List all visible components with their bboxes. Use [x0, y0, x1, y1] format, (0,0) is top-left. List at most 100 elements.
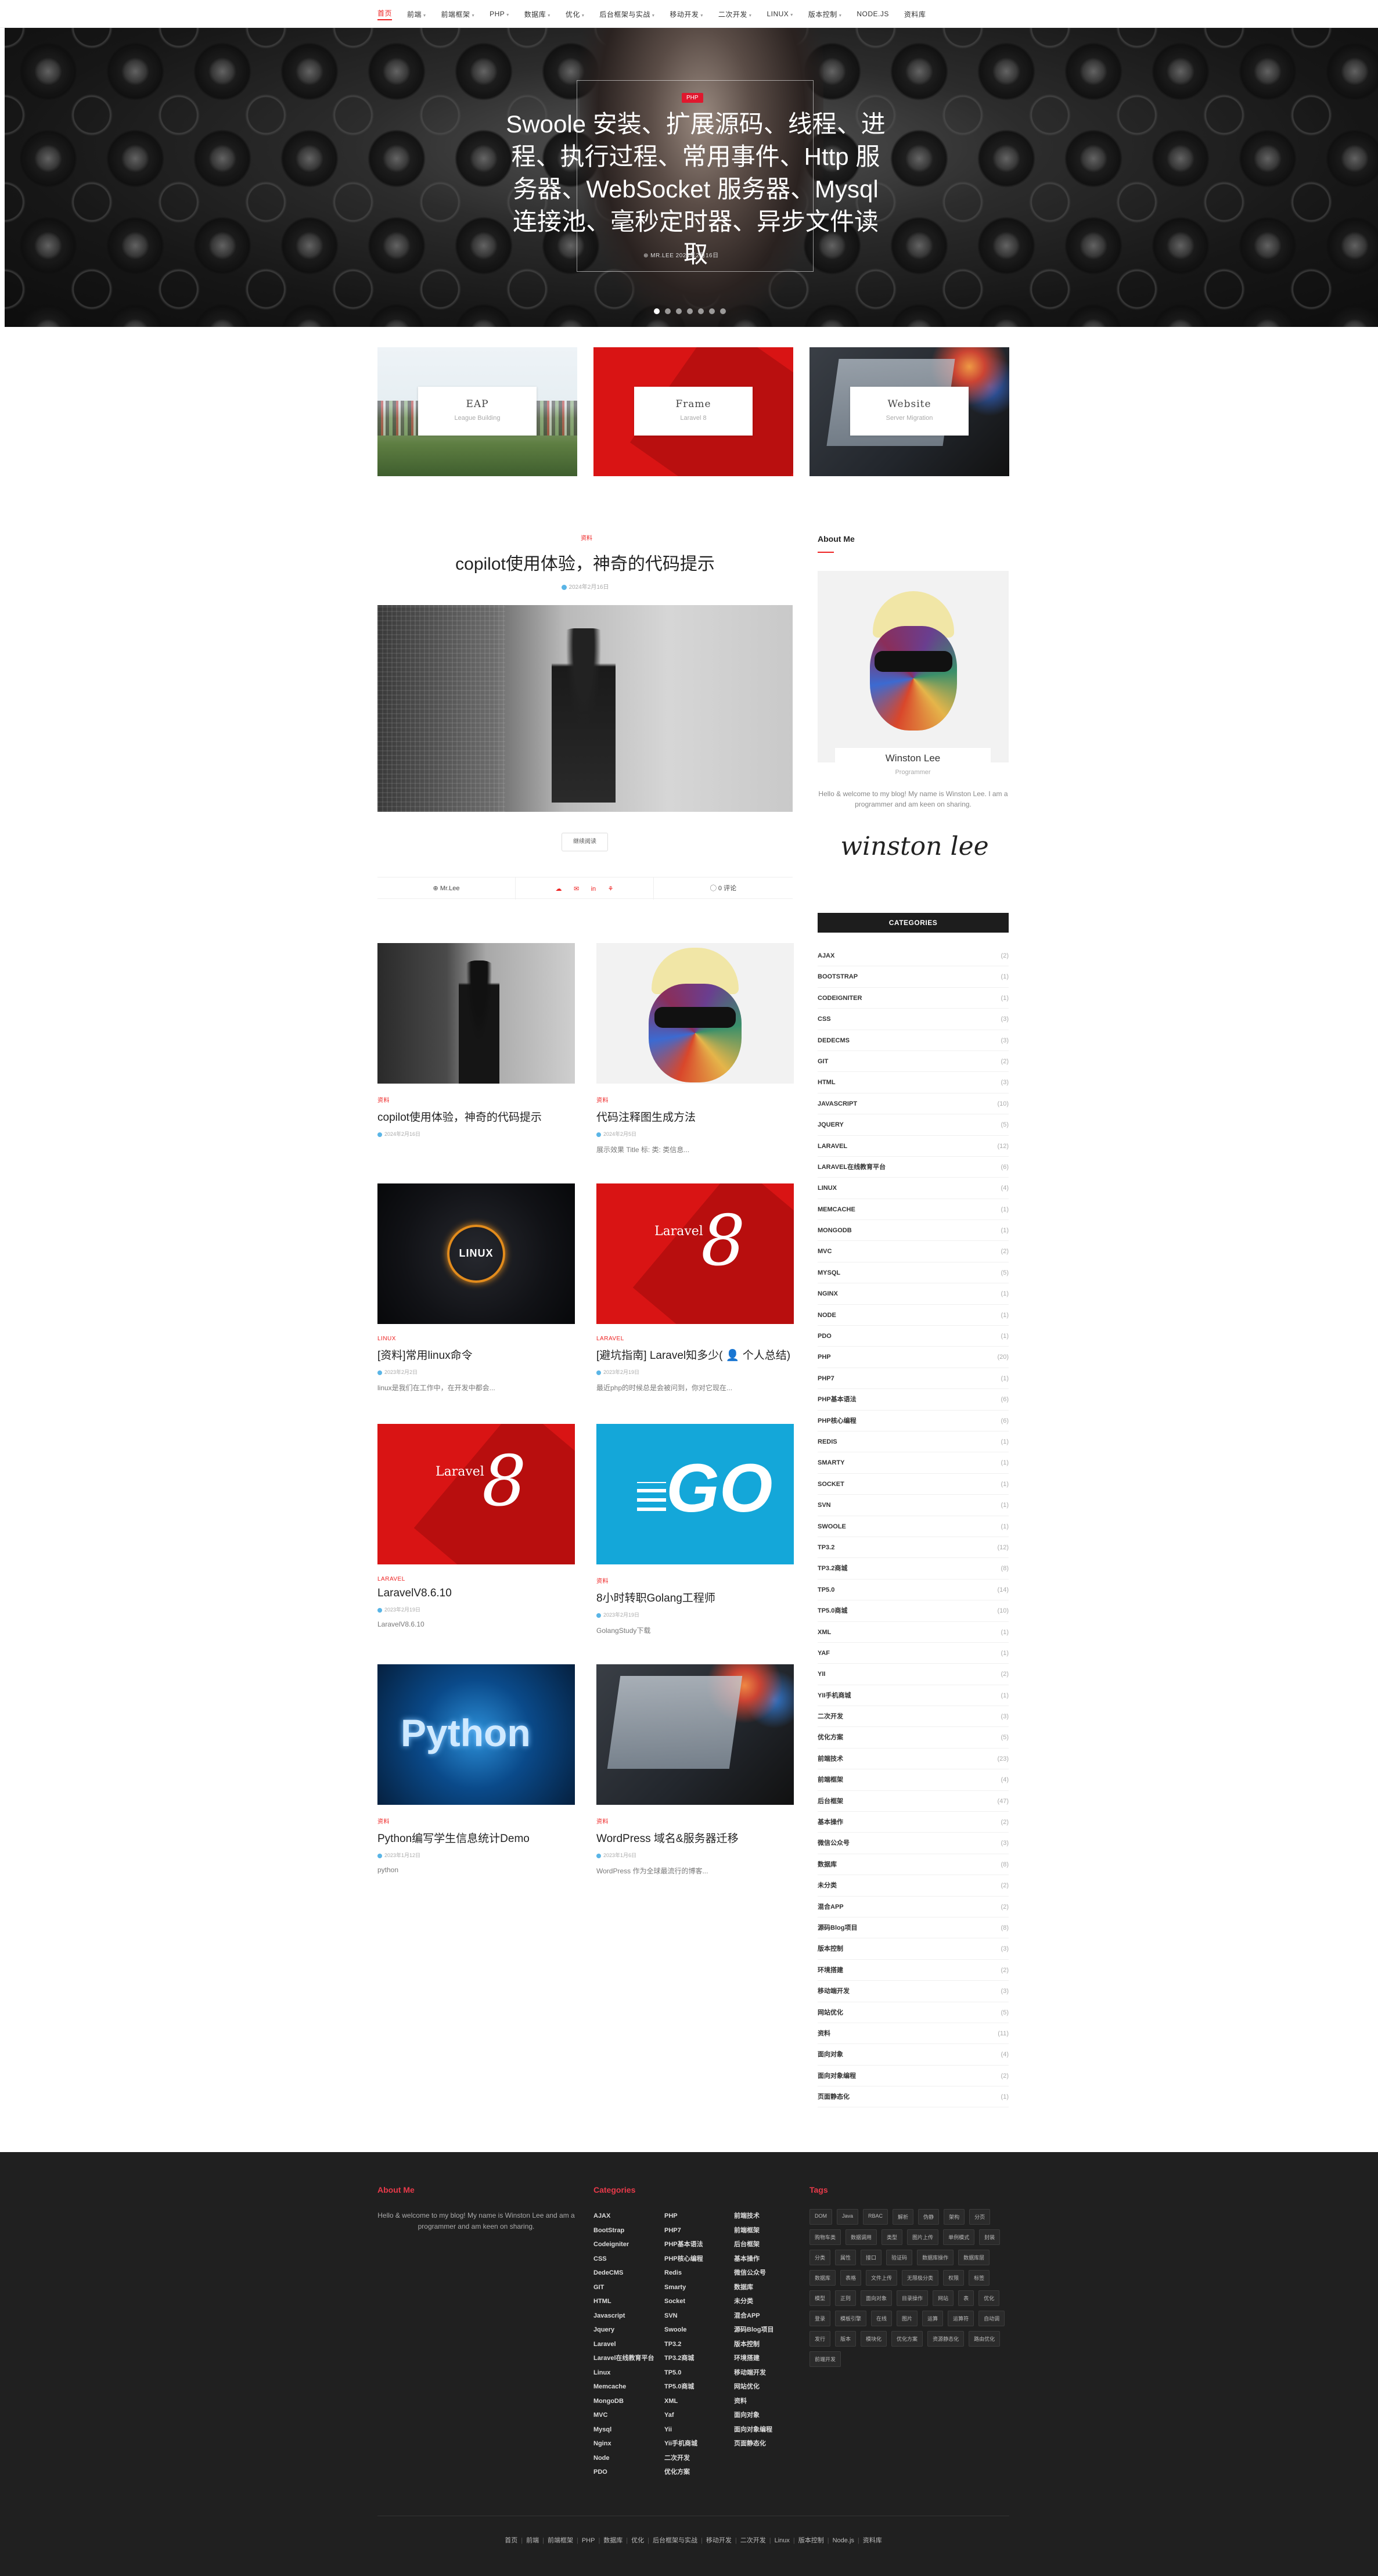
- footer-category-link[interactable]: Codeigniter: [593, 2237, 654, 2252]
- footer-category-link[interactable]: AJAX: [593, 2209, 654, 2224]
- footer-category-link[interactable]: BootStrap: [593, 2224, 654, 2238]
- category-item[interactable]: 混合APP (2): [818, 1897, 1009, 1917]
- read-more-button[interactable]: 继续阅读: [562, 833, 608, 851]
- hero-title[interactable]: Swoole 安装、扩展源码、线程、进程、执行过程、常用事件、Http 服务器、…: [504, 108, 887, 271]
- tag[interactable]: 数据库操作: [917, 2250, 954, 2265]
- nav-item[interactable]: 版本控制 ▾: [808, 9, 842, 19]
- category-item[interactable]: SWOOLE (1): [818, 1516, 1009, 1537]
- footer-nav-link[interactable]: 后台框架与实战: [653, 2537, 697, 2544]
- hero-category-badge[interactable]: PHP: [682, 93, 703, 103]
- category-item[interactable]: AJAX (2): [818, 945, 1009, 967]
- category-item[interactable]: 前端技术 (23): [818, 1748, 1009, 1770]
- category-item[interactable]: YAF (1): [818, 1643, 1009, 1664]
- category-item[interactable]: NODE (1): [818, 1305, 1009, 1326]
- tag[interactable]: 在线: [871, 2311, 893, 2326]
- footer-category-link[interactable]: 面向对象编程: [734, 2423, 773, 2437]
- grid-post[interactable]: 资料 WordPress 域名&服务器迁移 2023年1月6日 WordPres…: [596, 1664, 794, 1876]
- grid-post-title[interactable]: 代码注释图生成方法: [596, 1109, 794, 1124]
- tag[interactable]: 优化方案: [891, 2331, 923, 2347]
- tag[interactable]: 前端开发: [809, 2351, 841, 2367]
- grid-post-image[interactable]: [596, 1664, 794, 1805]
- footer-category-link[interactable]: 网站优化: [734, 2380, 773, 2394]
- feature-card-website[interactable]: Website Server Migration: [809, 347, 1009, 476]
- post-image[interactable]: [377, 605, 793, 812]
- grid-post-image[interactable]: GO: [596, 1424, 794, 1564]
- nav-item[interactable]: 优化 ▾: [566, 9, 585, 19]
- category-item[interactable]: PHP7 (1): [818, 1368, 1009, 1390]
- category-item[interactable]: MEMCACHE (1): [818, 1199, 1009, 1221]
- footer-category-link[interactable]: 前端框架: [734, 2224, 773, 2238]
- category-item[interactable]: 移动端开发 (3): [818, 1981, 1009, 2002]
- footer-category-link[interactable]: 二次开发: [664, 2451, 703, 2466]
- category-item[interactable]: 微信公众号 (3): [818, 1833, 1009, 1854]
- footer-category-link[interactable]: DedeCMS: [593, 2266, 654, 2280]
- grid-post[interactable]: 资料 copilot使用体验，神奇的代码提示 2024年2月16日: [377, 943, 575, 1145]
- tag[interactable]: 分页: [969, 2209, 991, 2225]
- grid-post-category[interactable]: 资料: [377, 1095, 575, 1104]
- footer-category-link[interactable]: MongoDB: [593, 2394, 654, 2409]
- tag[interactable]: Java: [837, 2209, 859, 2225]
- post-comments[interactable]: ◯ 0 评论: [654, 877, 793, 900]
- footer-nav-link[interactable]: 首页: [505, 2537, 517, 2544]
- footer-category-link[interactable]: 优化方案: [664, 2465, 703, 2480]
- category-item[interactable]: 数据库 (8): [818, 1854, 1009, 1876]
- footer-category-link[interactable]: PDO: [593, 2465, 654, 2480]
- footer-nav-link[interactable]: 前端框架: [548, 2537, 573, 2544]
- grid-post-image[interactable]: Laravel 8: [377, 1424, 575, 1564]
- category-item[interactable]: LINUX (4): [818, 1178, 1009, 1199]
- footer-category-link[interactable]: Node: [593, 2451, 654, 2466]
- category-item[interactable]: PHP (20): [818, 1347, 1009, 1368]
- tag[interactable]: 运算: [922, 2311, 944, 2326]
- footer-category-link[interactable]: PHP基本语法: [664, 2237, 703, 2252]
- footer-category-link[interactable]: PHP核心编程: [664, 2252, 703, 2266]
- hero-dot[interactable]: [720, 308, 726, 314]
- tag[interactable]: 架构: [944, 2209, 965, 2225]
- category-item[interactable]: MYSQL (5): [818, 1262, 1009, 1284]
- hero-dot[interactable]: [698, 308, 704, 314]
- footer-category-link[interactable]: 页面静态化: [734, 2437, 773, 2451]
- footer-category-link[interactable]: Laravel在线教育平台: [593, 2351, 654, 2366]
- grid-post-category[interactable]: LINUX: [377, 1336, 575, 1342]
- tag[interactable]: 验证码: [886, 2250, 913, 2265]
- hero-dot[interactable]: [687, 308, 693, 314]
- category-item[interactable]: 二次开发 (3): [818, 1706, 1009, 1728]
- footer-category-link[interactable]: Memcache: [593, 2380, 654, 2394]
- grid-post[interactable]: LINUX LINUX [资料]常用linux命令 2023年2月2日 linu…: [377, 1183, 575, 1393]
- tag[interactable]: 路由优化: [969, 2331, 1001, 2347]
- footer-category-link[interactable]: 版本控制: [734, 2337, 773, 2352]
- hero-slider[interactable]: PHP Swoole 安装、扩展源码、线程、进程、执行过程、常用事件、Http …: [5, 28, 1378, 327]
- footer-category-link[interactable]: TP3.2商城: [664, 2351, 703, 2366]
- category-item[interactable]: MONGODB (1): [818, 1220, 1009, 1242]
- hero-dot[interactable]: [665, 308, 671, 314]
- nav-item[interactable]: PHP ▾: [490, 10, 509, 18]
- tag[interactable]: 图片上传: [907, 2229, 939, 2245]
- tag[interactable]: 网站: [933, 2290, 954, 2306]
- mail-icon[interactable]: ✉: [574, 878, 579, 900]
- grid-post-category[interactable]: 资料: [596, 1576, 794, 1585]
- grid-post-title[interactable]: 8小时转职Golang工程师: [596, 1589, 794, 1605]
- tag[interactable]: 表: [958, 2290, 974, 2306]
- tag[interactable]: 发行: [809, 2331, 831, 2347]
- tag[interactable]: 单例模式: [943, 2229, 975, 2245]
- category-item[interactable]: 环境搭建 (2): [818, 1960, 1009, 1981]
- footer-category-link[interactable]: 混合APP: [734, 2309, 773, 2323]
- footer-category-link[interactable]: 后台框架: [734, 2237, 773, 2252]
- category-item[interactable]: 资料 (11): [818, 2023, 1009, 2045]
- grid-post-image[interactable]: [377, 943, 575, 1084]
- nav-item[interactable]: 首页: [377, 8, 393, 20]
- footer-category-link[interactable]: 源码Blog项目: [734, 2323, 773, 2337]
- grid-post-category[interactable]: LARAVEL: [377, 1576, 575, 1582]
- tag[interactable]: 数据库: [809, 2270, 836, 2286]
- tag[interactable]: 登录: [809, 2311, 831, 2326]
- grid-post-image[interactable]: Python: [377, 1664, 575, 1805]
- hero-dot[interactable]: [676, 308, 682, 314]
- nav-item[interactable]: 前端 ▾: [407, 9, 426, 19]
- footer-category-link[interactable]: Redis: [664, 2266, 703, 2280]
- category-item[interactable]: 基本操作 (2): [818, 1812, 1009, 1833]
- category-item[interactable]: SMARTY (1): [818, 1452, 1009, 1474]
- footer-category-link[interactable]: CSS: [593, 2252, 654, 2266]
- category-item[interactable]: PHP核心编程 (6): [818, 1411, 1009, 1431]
- category-item[interactable]: GIT (2): [818, 1051, 1009, 1073]
- footer-category-link[interactable]: 未分类: [734, 2294, 773, 2309]
- category-item[interactable]: SVN (1): [818, 1495, 1009, 1516]
